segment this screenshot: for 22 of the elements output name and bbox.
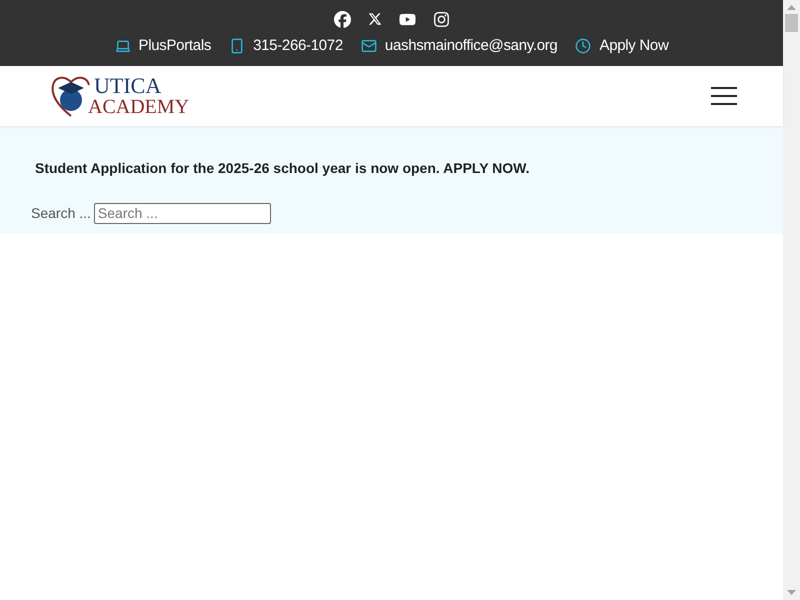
search-field[interactable]: Search ... (94, 203, 271, 224)
scrollbar[interactable] (783, 0, 800, 600)
scrollbar-thumb[interactable] (785, 14, 798, 32)
mail-icon (360, 38, 377, 54)
clock-icon (575, 38, 592, 54)
announcement-text: Student Application for the 2025-26 school year is now open. APPLY NOW. (35, 159, 531, 178)
search-label: Search ... (31, 204, 91, 223)
contact-link[interactable]: Apply Now (575, 35, 668, 58)
logo-text: UTICA (94, 75, 162, 97)
contact-link[interactable]: PlusPortals (114, 35, 212, 58)
menu-button[interactable] (711, 87, 737, 105)
laptop-icon (114, 38, 130, 54)
logo-text: ACADEMY (88, 97, 190, 117)
scroll-down-icon (787, 590, 796, 596)
contact-link[interactable]: 315-266-1072 (229, 35, 343, 58)
x-icon[interactable] (368, 12, 382, 26)
instagram-icon[interactable] (432, 10, 450, 28)
school-logo[interactable]: UTICA ACADEMY (50, 71, 190, 121)
contact-link[interactable]: uashsmainoffice@sany.org (360, 35, 558, 58)
phone-icon (229, 38, 246, 54)
scroll-up-icon (787, 4, 796, 10)
facebook-icon[interactable] (334, 10, 350, 28)
